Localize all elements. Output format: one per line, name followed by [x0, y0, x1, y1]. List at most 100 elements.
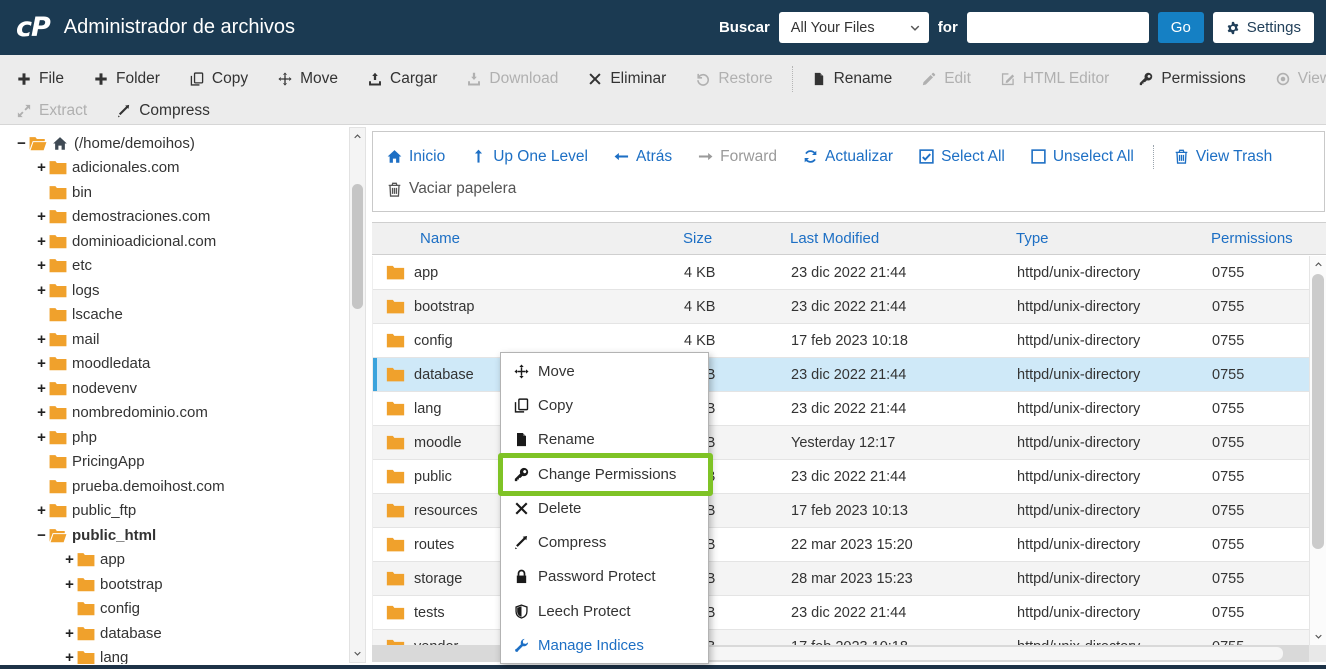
context-menu-item-compress[interactable]: Compress — [501, 525, 708, 559]
context-menu-item-password-protect[interactable]: Password Protect — [501, 560, 708, 594]
tree-item-moodledata[interactable]: + moodledata — [0, 352, 348, 377]
toolbar-file-button[interactable]: File — [2, 70, 79, 88]
file-modified: 23 dic 2022 21:44 — [791, 264, 907, 281]
expand-icon[interactable]: + — [62, 625, 77, 642]
tree-item-nombredominio-com[interactable]: + nombredominio.com — [0, 401, 348, 426]
expand-icon[interactable]: + — [34, 159, 49, 176]
table-scroll-left-button[interactable] — [374, 645, 388, 662]
nav-actualizar-button[interactable]: Actualizar — [790, 148, 906, 166]
file-row-app[interactable]: app 4 KB 23 dic 2022 21:44 httpd/unix-direc… — [373, 256, 1309, 290]
file-permissions: 0755 — [1212, 366, 1245, 383]
tree-item-public-ftp[interactable]: + public_ftp — [0, 499, 348, 524]
toolbar-copy-button[interactable]: Copy — [175, 70, 263, 88]
column-header-permissions[interactable]: Permissions — [1211, 230, 1326, 247]
toolbar-restore-button[interactable]: Restore — [681, 70, 787, 88]
toolbar-edit-button[interactable]: Edit — [907, 70, 986, 88]
tree-item-database[interactable]: + database — [0, 621, 348, 646]
expand-icon[interactable]: + — [62, 576, 77, 593]
column-header-size[interactable]: Size — [683, 230, 790, 247]
tree-item-pricingapp[interactable]: PricingApp — [0, 450, 348, 475]
tree-item-mail[interactable]: + mail — [0, 327, 348, 352]
tree-item-adicionales-com[interactable]: + adicionales.com — [0, 156, 348, 181]
scrollbar-corner — [1309, 645, 1326, 662]
settings-button[interactable]: Settings — [1212, 12, 1314, 43]
sidebar-scrollbar-thumb[interactable] — [352, 184, 363, 309]
search-scope-select[interactable]: All Your Files — [778, 12, 929, 43]
sidebar-scrollbar[interactable] — [349, 127, 366, 663]
tree-item-php[interactable]: + php — [0, 425, 348, 450]
tree-item-lang[interactable]: + lang — [0, 646, 348, 664]
tree-item-config[interactable]: config — [0, 597, 348, 622]
table-vertical-scrollbar-thumb[interactable] — [1312, 274, 1324, 549]
context-menu-item-rename[interactable]: Rename — [501, 423, 708, 457]
toolbar-extract-button[interactable]: Extract — [2, 102, 102, 120]
expand-icon[interactable]: + — [34, 282, 49, 299]
nav-select-all-button[interactable]: Select All — [906, 148, 1018, 166]
tree-item-bootstrap[interactable]: + bootstrap — [0, 572, 348, 597]
expand-icon[interactable]: + — [34, 502, 49, 519]
tree-item-prueba-demoihost-com[interactable]: prueba.demoihost.com — [0, 474, 348, 499]
toolbar-cargar-button[interactable]: Cargar — [353, 70, 452, 88]
context-menu-item-change-permissions[interactable]: Change Permissions — [501, 457, 708, 491]
folder-icon — [49, 258, 67, 273]
toolbar-move-button[interactable]: Move — [263, 70, 353, 88]
context-menu-item-move[interactable]: Move — [501, 354, 708, 388]
toolbar-folder-button[interactable]: Folder — [79, 70, 175, 88]
nav-atr-s-button[interactable]: Atrás — [601, 148, 685, 166]
expand-icon[interactable]: + — [34, 380, 49, 397]
folder-icon — [386, 537, 405, 552]
toolbar-rename-button[interactable]: Rename — [797, 70, 908, 88]
expand-icon[interactable]: + — [34, 355, 49, 372]
expand-icon[interactable]: + — [34, 257, 49, 274]
table-scroll-down-button[interactable] — [1310, 629, 1326, 644]
table-vertical-scrollbar[interactable] — [1309, 256, 1326, 645]
expand-icon[interactable]: + — [34, 404, 49, 421]
expand-icon[interactable]: + — [34, 233, 49, 250]
context-menu-item-delete[interactable]: Delete — [501, 491, 708, 525]
nav-view-trash-button[interactable]: View Trash — [1161, 148, 1285, 166]
context-menu-item-manage-indices[interactable]: Manage Indices — [501, 628, 708, 662]
table-scroll-right-button[interactable] — [1293, 645, 1307, 662]
nav-inicio-button[interactable]: Inicio — [385, 148, 458, 166]
context-menu-item-leech-protect[interactable]: Leech Protect — [501, 594, 708, 628]
nav-vaciar-papelera-button[interactable]: Vaciar papelera — [385, 180, 529, 198]
toolbar-eliminar-button[interactable]: Eliminar — [573, 70, 681, 88]
expand-icon[interactable]: + — [62, 551, 77, 568]
expand-icon[interactable]: + — [34, 331, 49, 348]
nav-up-one-level-button[interactable]: Up One Level — [458, 148, 601, 166]
tree-item-logs[interactable]: + logs — [0, 278, 348, 303]
search-input[interactable] — [966, 12, 1149, 43]
collapse-icon[interactable]: − — [14, 135, 29, 152]
expand-icon[interactable]: + — [34, 429, 49, 446]
toolbar-view-button[interactable]: View — [1261, 70, 1326, 88]
column-header-last-modified[interactable]: Last Modified — [790, 230, 1016, 247]
column-header-name[interactable]: Name — [372, 230, 683, 247]
column-header-type[interactable]: Type — [1016, 230, 1211, 247]
toolbar-download-button[interactable]: Download — [452, 70, 573, 88]
tree-item-home-demoihos[interactable]: − (/home/demoihos) — [0, 131, 348, 156]
tree-item-nodevenv[interactable]: + nodevenv — [0, 376, 348, 401]
tree-item-etc[interactable]: + etc — [0, 254, 348, 279]
file-modified: 17 feb 2023 10:13 — [791, 502, 908, 519]
sidebar-scroll-up-button[interactable] — [350, 129, 365, 144]
tree-item-dominioadicional-com[interactable]: + dominioadicional.com — [0, 229, 348, 254]
tree-item-bin[interactable]: bin — [0, 180, 348, 205]
tree-item-demostraciones-com[interactable]: + demostraciones.com — [0, 205, 348, 230]
expand-icon[interactable]: + — [62, 649, 77, 664]
tree-item-lscache[interactable]: lscache — [0, 303, 348, 328]
nav-unselect-all-button[interactable]: Unselect All — [1018, 148, 1147, 166]
tree-item-app[interactable]: + app — [0, 548, 348, 573]
toolbar-html-editor-button[interactable]: HTML Editor — [986, 70, 1124, 88]
context-menu-item-copy[interactable]: Copy — [501, 388, 708, 422]
sidebar-scroll-down-button[interactable] — [350, 646, 365, 661]
file-row-bootstrap[interactable]: bootstrap 4 KB 23 dic 2022 21:44 httpd/unix… — [373, 290, 1309, 324]
go-button[interactable]: Go — [1157, 12, 1204, 43]
nav-forward-button[interactable]: Forward — [685, 148, 790, 166]
toolbar-permissions-button[interactable]: Permissions — [1124, 70, 1260, 88]
toolbar-compress-button[interactable]: Compress — [102, 102, 225, 120]
tree-item-public-html[interactable]: − public_html — [0, 523, 348, 548]
tree-item-label: nodevenv — [72, 379, 138, 397]
collapse-icon[interactable]: − — [34, 527, 49, 544]
expand-icon[interactable]: + — [34, 208, 49, 225]
table-scroll-up-button[interactable] — [1310, 257, 1326, 272]
